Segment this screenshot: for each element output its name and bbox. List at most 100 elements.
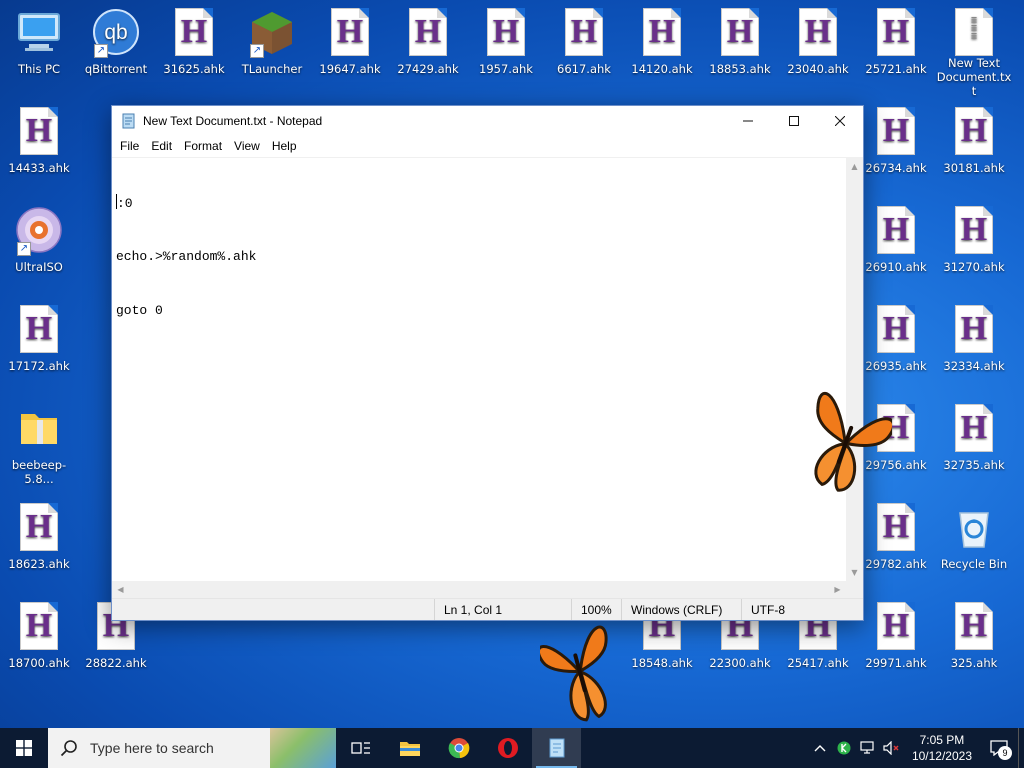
clock-date: 10/12/2023 [911,749,972,763]
network-button[interactable] [856,728,880,768]
scroll-up-icon[interactable]: ▲ [846,158,863,175]
ahk-file-icon: H [877,305,915,353]
desktop-icon[interactable]: H 18853.ahk [702,8,778,98]
chrome-button[interactable] [434,728,483,768]
desktop-icon-label: 26935.ahk [865,359,927,373]
desktop-icon[interactable]: H 6617.ahk [546,8,622,98]
opera-button[interactable] [483,728,532,768]
ahk-file-icon: H [877,206,915,254]
desktop-icon[interactable]: ↗ UltraISO [1,206,77,296]
desktop-icon[interactable]: qb ↗ qBittorrent [78,8,154,98]
horizontal-scrollbar[interactable]: ◀ ▶ [112,581,863,598]
notepad-window[interactable]: New Text Document.txt - Notepad File Edi… [111,105,864,621]
desktop-icon-label: 18853.ahk [709,62,771,76]
file-explorer-button[interactable] [385,728,434,768]
scroll-down-icon[interactable]: ▼ [846,564,863,581]
notepad-icon [549,738,564,758]
chevron-up-icon [814,745,826,752]
clock[interactable]: 7:05 PM 10/12/2023 [904,732,980,764]
menu-edit[interactable]: Edit [145,135,178,157]
desktop-icon-label: 18623.ahk [8,557,70,571]
desktop-icon[interactable]: H 18623.ahk [1,503,77,593]
scroll-left-icon[interactable]: ◀ [112,581,129,598]
desktop-icon[interactable]: H 32334.ahk [936,305,1012,395]
butterfly-image [540,625,608,722]
windows-logo-icon [16,740,32,756]
search-highlight-image [270,728,336,768]
desktop-icon-label: beebeep-5.8... [11,458,67,486]
desktop-icon[interactable]: beebeep-5.8... [1,404,77,494]
close-icon [835,115,845,126]
ahk-file-icon: H [877,8,915,56]
ahk-file-icon: H [331,8,369,56]
desktop-icon[interactable]: Recycle Bin [936,503,1012,593]
kaspersky-tray-button[interactable] [832,728,856,768]
desktop-icon-label: 14120.ahk [631,62,693,76]
desktop-icon[interactable]: H 31270.ahk [936,206,1012,296]
desktop-icon[interactable]: H 19647.ahk [312,8,388,98]
ahk-file-icon: H [877,107,915,155]
butterfly-image [814,391,892,492]
scroll-right-icon[interactable]: ▶ [829,581,846,598]
ahk-file-icon: H [877,503,915,551]
desktop-icon[interactable]: H 26935.ahk [858,305,934,395]
desktop-icon[interactable]: H 14433.ahk [1,107,77,197]
notepad-taskbar-button[interactable] [532,728,581,768]
close-button[interactable] [817,106,863,135]
desktop-icon[interactable]: H 26734.ahk [858,107,934,197]
menu-view[interactable]: View [228,135,266,157]
ahk-file-icon: H [643,8,681,56]
network-icon [860,741,874,754]
show-desktop-button[interactable] [1018,728,1024,768]
ahk-file-icon: H [799,8,837,56]
desktop-icon[interactable]: H 30181.ahk [936,107,1012,197]
desktop-icon[interactable]: H 29971.ahk [858,602,934,692]
notepad-icon [122,113,135,128]
volume-muted-icon [883,741,899,755]
notification-badge: 9 [998,746,1012,760]
text-line: goto 0 [116,303,163,318]
desktop-icon[interactable]: H 23040.ahk [780,8,856,98]
desktop-icon-label: 31270.ahk [943,260,1005,274]
text-editor[interactable]: :0 echo.>%random%.ahk goto 0 [112,158,846,581]
desktop-icon[interactable]: This PC [1,8,77,98]
start-button[interactable] [0,728,48,768]
desktop-icon[interactable]: H 29782.ahk [858,503,934,593]
vertical-scrollbar[interactable]: ▲ ▼ [846,158,863,581]
task-view-button[interactable] [336,728,385,768]
desktop-icon[interactable]: H 27429.ahk [390,8,466,98]
desktop-icon[interactable]: H 32735.ahk [936,404,1012,494]
desktop-icon[interactable]: H 17172.ahk [1,305,77,395]
ahk-file-icon: H [955,206,993,254]
ahk-file-icon: H [955,305,993,353]
menu-file[interactable]: File [114,135,145,157]
desktop-icon[interactable]: H 325.ahk [936,602,1012,692]
desktop-icon[interactable]: H 31625.ahk [156,8,232,98]
search-box[interactable]: Type here to search [48,728,336,768]
search-placeholder: Type here to search [90,740,214,756]
volume-button[interactable] [880,728,904,768]
maximize-button[interactable] [771,106,817,135]
ahk-file-icon: H [175,8,213,56]
show-hidden-icons-button[interactable] [808,728,832,768]
clock-time: 7:05 PM [919,733,965,747]
menu-help[interactable]: Help [266,135,303,157]
menu-format[interactable]: Format [178,135,228,157]
desktop-icon[interactable]: H 26910.ahk [858,206,934,296]
minimize-button[interactable] [725,106,771,135]
desktop-icon[interactable]: H 1957.ahk [468,8,544,98]
desktop-icon[interactable]: ↗ TLauncher [234,8,310,98]
ahk-file-icon: H [20,503,58,551]
title-bar[interactable]: New Text Document.txt - Notepad [112,106,863,135]
ahk-file-icon: H [409,8,447,56]
desktop-icon[interactable]: H 25721.ahk [858,8,934,98]
ahk-file-icon: H [721,8,759,56]
desktop-icon-label: 26734.ahk [865,161,927,175]
desktop-icon[interactable]: H 14120.ahk [624,8,700,98]
notification-center-button[interactable]: 9 [980,728,1018,768]
status-bar: Ln 1, Col 1 100% Windows (CRLF) UTF-8 [112,598,863,620]
kaspersky-icon [837,741,851,755]
ahk-file-icon: H [487,8,525,56]
desktop-icon[interactable]: ≡ ≡ ≡ New Text Document.txt [936,8,1012,98]
desktop-icon[interactable]: H 18700.ahk [1,602,77,692]
